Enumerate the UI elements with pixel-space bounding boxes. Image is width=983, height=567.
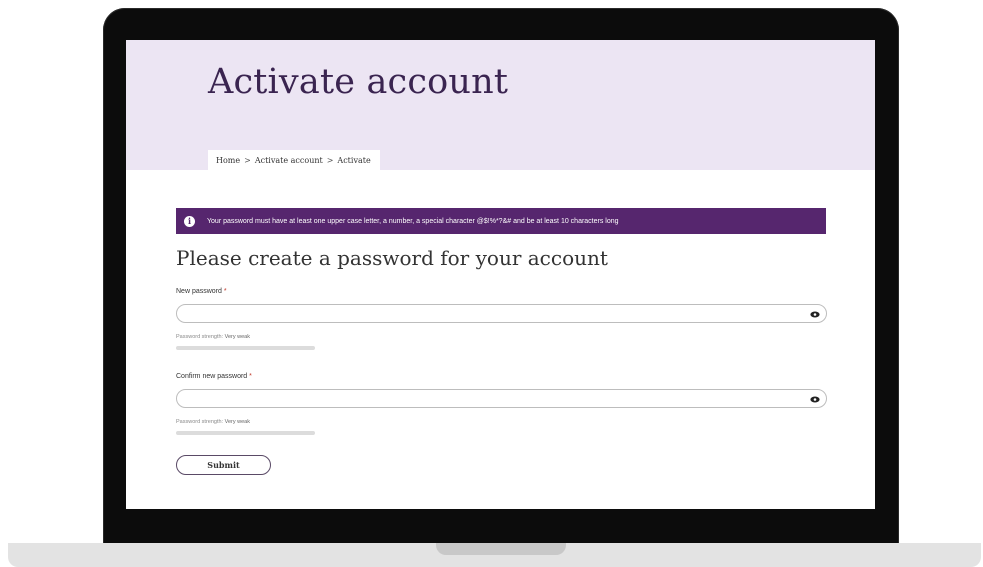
breadcrumb-separator: > — [326, 155, 334, 165]
breadcrumb: Home > Activate account > Activate — [208, 150, 380, 170]
new-password-input[interactable] — [176, 304, 827, 323]
breadcrumb-link-activate-account[interactable]: Activate account — [255, 156, 323, 165]
new-password-strength-bar — [176, 346, 315, 350]
confirm-password-label-text: Confirm new password — [176, 373, 248, 380]
new-password-label-text: New password — [176, 288, 222, 295]
screen: Activate account Home > Activate account… — [126, 40, 875, 509]
form-heading: Please create a password for your accoun… — [176, 246, 608, 270]
info-icon: i — [184, 215, 195, 227]
eye-icon[interactable] — [809, 308, 821, 320]
new-password-strength: Password strength: Very weak — [176, 334, 250, 340]
new-password-label: New password * — [176, 288, 227, 295]
breadcrumb-link-home[interactable]: Home — [216, 156, 240, 165]
required-marker: * — [223, 288, 227, 295]
laptop-notch — [436, 543, 566, 555]
password-requirements-banner: i Your password must have at least one u… — [176, 208, 826, 234]
confirm-password-strength: Password strength: Very weak — [176, 419, 250, 425]
page-title: Activate account — [208, 62, 509, 102]
confirm-password-label: Confirm new password * — [176, 373, 252, 380]
breadcrumb-current: Activate — [337, 155, 371, 165]
submit-button[interactable]: Submit — [176, 455, 271, 475]
strength-label: Password strength: — [176, 334, 224, 340]
page-header: Activate account Home > Activate account… — [126, 40, 875, 170]
banner-message: Your password must have at least one upp… — [207, 217, 619, 225]
confirm-password-strength-bar — [176, 431, 315, 435]
strength-value: Very weak — [224, 419, 250, 425]
strength-label: Password strength: — [176, 419, 224, 425]
eye-icon[interactable] — [809, 393, 821, 405]
confirm-password-input[interactable] — [176, 389, 827, 408]
required-marker: * — [249, 373, 252, 380]
strength-value: Very weak — [224, 334, 250, 340]
breadcrumb-separator: > — [244, 155, 251, 165]
